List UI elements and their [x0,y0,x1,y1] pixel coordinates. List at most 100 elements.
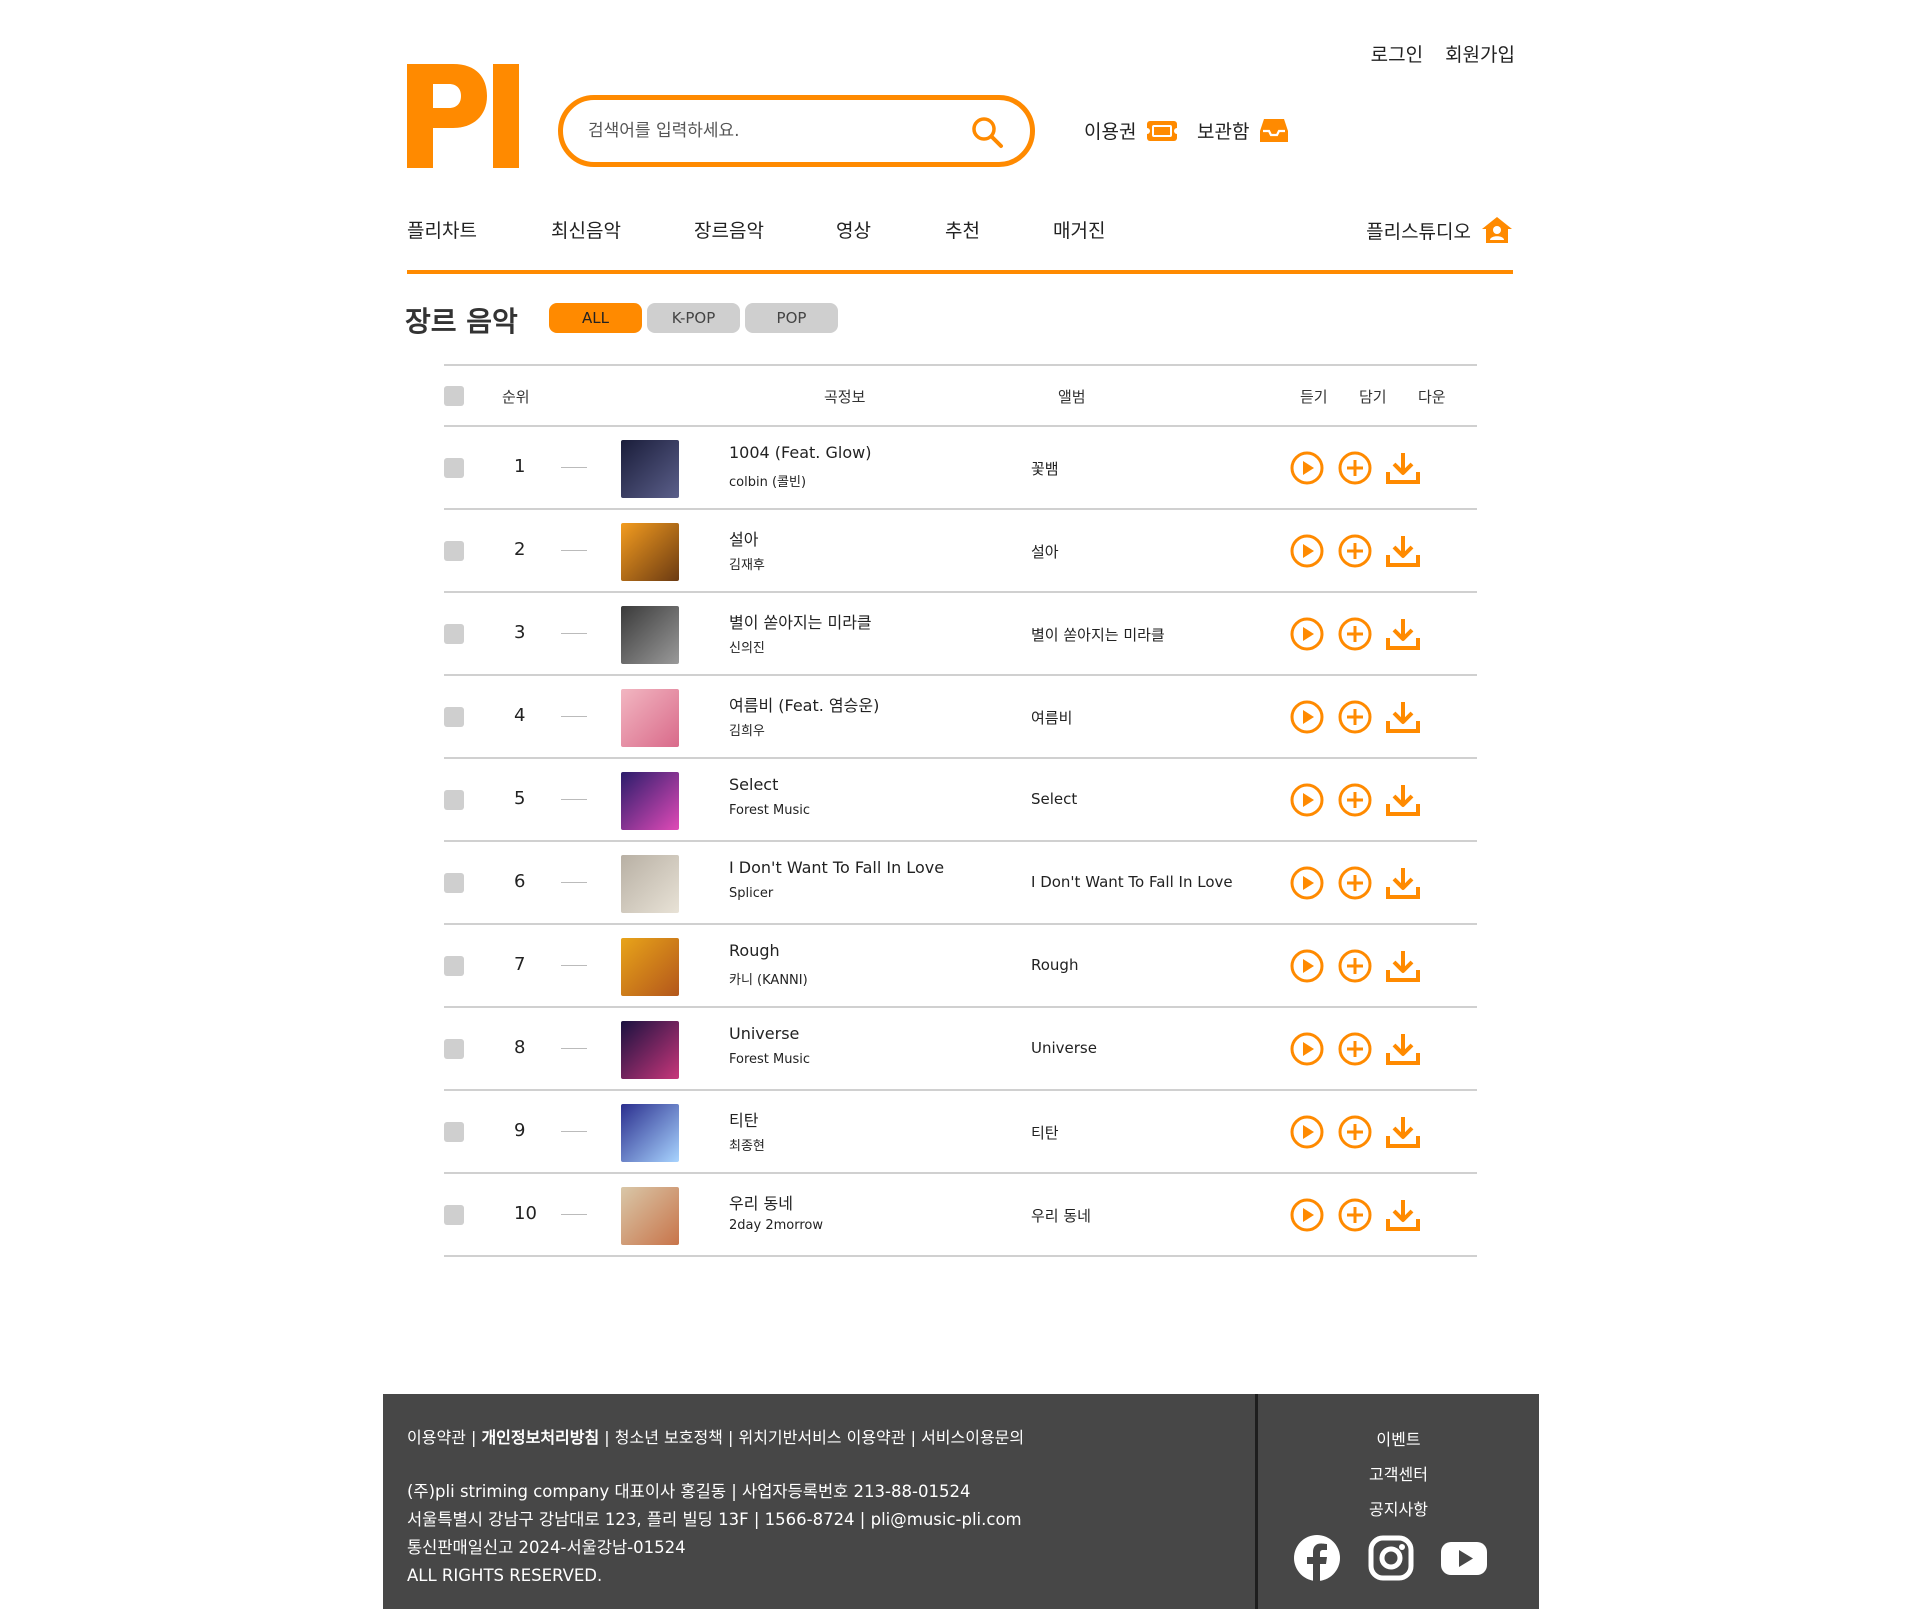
event-link[interactable]: 이벤트 [1258,1422,1539,1457]
table-row[interactable]: 10 우리 동네 2day 2morrow 우리 동네 [444,1174,1477,1257]
album-name[interactable]: 꽃뱀 [1031,458,1059,479]
add-icon[interactable] [1337,450,1373,486]
row-checkbox[interactable] [444,956,464,976]
signup-link[interactable]: 회원가입 [1445,40,1515,67]
download-icon[interactable] [1385,948,1421,984]
play-icon[interactable] [1289,450,1325,486]
album-name[interactable]: 여름비 [1031,707,1072,728]
row-checkbox[interactable] [444,541,464,561]
location-terms-link[interactable]: 위치기반서비스 이용약관 [738,1428,905,1447]
nav-item-new[interactable]: 최신음악 [551,216,621,243]
download-icon[interactable] [1385,450,1421,486]
youth-policy-link[interactable]: 청소년 보호정책 [615,1428,723,1447]
add-icon[interactable] [1337,948,1373,984]
play-icon[interactable] [1289,1197,1325,1233]
artist-name[interactable]: colbin (콜빈) [729,471,806,490]
song-title[interactable]: 우리 동네 [729,1190,793,1214]
play-icon[interactable] [1289,699,1325,735]
play-icon[interactable] [1289,948,1325,984]
artist-name[interactable]: 신의진 [729,637,765,656]
play-icon[interactable] [1289,1114,1325,1150]
song-title[interactable]: 여름비 (Feat. 염승운) [729,692,879,716]
filter-all[interactable]: ALL [549,303,642,333]
add-icon[interactable] [1337,865,1373,901]
download-icon[interactable] [1385,616,1421,652]
row-checkbox[interactable] [444,707,464,727]
song-title[interactable]: Rough [729,941,780,960]
album-cover[interactable] [621,772,679,830]
add-icon[interactable] [1337,1197,1373,1233]
filter-kpop[interactable]: K-POP [647,303,740,333]
storage-link[interactable]: 보관함 [1197,117,1289,144]
artist-name[interactable]: Forest Music [729,1052,810,1067]
add-icon[interactable] [1337,1114,1373,1150]
album-name[interactable]: Universe [1031,1039,1097,1057]
album-cover[interactable] [621,855,679,913]
play-icon[interactable] [1289,1031,1325,1067]
table-row[interactable]: 9 티탄 최종현 티탄 [444,1091,1477,1174]
service-inquiry-link[interactable]: 서비스이용문의 [921,1428,1024,1447]
album-name[interactable]: 티탄 [1031,1122,1059,1143]
song-title[interactable]: 설아 [729,526,758,550]
table-row[interactable]: 3 별이 쏟아지는 미라클 신의진 별이 쏟아지는 미라클 [444,593,1477,676]
album-cover[interactable] [621,606,679,664]
search-icon[interactable] [970,115,1004,149]
support-link[interactable]: 고객센터 [1258,1457,1539,1492]
privacy-link[interactable]: 개인정보처리방침 [481,1428,599,1447]
nav-item-genre[interactable]: 장르음악 [694,216,764,243]
artist-name[interactable]: Splicer [729,886,773,901]
artist-name[interactable]: Forest Music [729,803,810,818]
table-row[interactable]: 2 설아 김재후 설아 [444,510,1477,593]
terms-link[interactable]: 이용약관 [407,1428,466,1447]
table-row[interactable]: 4 여름비 (Feat. 염승운) 김희우 여름비 [444,676,1477,759]
table-row[interactable]: 7 Rough 카니 (KANNI) Rough [444,925,1477,1008]
nav-item-recommend[interactable]: 추천 [945,216,980,243]
download-icon[interactable] [1385,1197,1421,1233]
song-title[interactable]: Select [729,775,778,794]
studio-link[interactable]: 플리스튜디오 [1366,216,1513,244]
add-icon[interactable] [1337,533,1373,569]
table-row[interactable]: 8 Universe Forest Music Universe [444,1008,1477,1091]
table-row[interactable]: 1 1004 (Feat. Glow) colbin (콜빈) 꽃뱀 [444,427,1477,510]
song-title[interactable]: 1004 (Feat. Glow) [729,443,871,462]
album-cover[interactable] [621,1104,679,1162]
facebook-icon[interactable] [1293,1534,1341,1582]
download-icon[interactable] [1385,1114,1421,1150]
artist-name[interactable]: 2day 2morrow [729,1218,823,1233]
album-cover[interactable] [621,440,679,498]
artist-name[interactable]: 김희우 [729,720,765,739]
youtube-icon[interactable] [1440,1534,1488,1582]
album-cover[interactable] [621,689,679,747]
play-icon[interactable] [1289,865,1325,901]
play-icon[interactable] [1289,782,1325,818]
album-cover[interactable] [621,523,679,581]
row-checkbox[interactable] [444,1205,464,1225]
notice-link[interactable]: 공지사항 [1258,1492,1539,1527]
add-icon[interactable] [1337,616,1373,652]
table-row[interactable]: 5 Select Forest Music Select [444,759,1477,842]
album-name[interactable]: Select [1031,790,1077,808]
add-icon[interactable] [1337,699,1373,735]
add-icon[interactable] [1337,1031,1373,1067]
select-all-checkbox[interactable] [444,386,464,406]
play-icon[interactable] [1289,533,1325,569]
song-title[interactable]: I Don't Want To Fall In Love [729,858,944,877]
row-checkbox[interactable] [444,790,464,810]
filter-pop[interactable]: POP [745,303,838,333]
nav-item-magazine[interactable]: 매거진 [1053,216,1105,243]
download-icon[interactable] [1385,865,1421,901]
row-checkbox[interactable] [444,624,464,644]
table-row[interactable]: 6 I Don't Want To Fall In Love Splicer I Do… [444,842,1477,925]
row-checkbox[interactable] [444,458,464,478]
artist-name[interactable]: 김재후 [729,554,765,573]
album-cover[interactable] [621,1021,679,1079]
search-input[interactable] [588,116,958,146]
row-checkbox[interactable] [444,1122,464,1142]
album-name[interactable]: 우리 동네 [1031,1205,1091,1226]
download-icon[interactable] [1385,699,1421,735]
row-checkbox[interactable] [444,873,464,893]
song-title[interactable]: Universe [729,1024,799,1043]
artist-name[interactable]: 카니 (KANNI) [729,969,808,988]
row-checkbox[interactable] [444,1039,464,1059]
song-title[interactable]: 별이 쏟아지는 미라클 [729,609,872,633]
